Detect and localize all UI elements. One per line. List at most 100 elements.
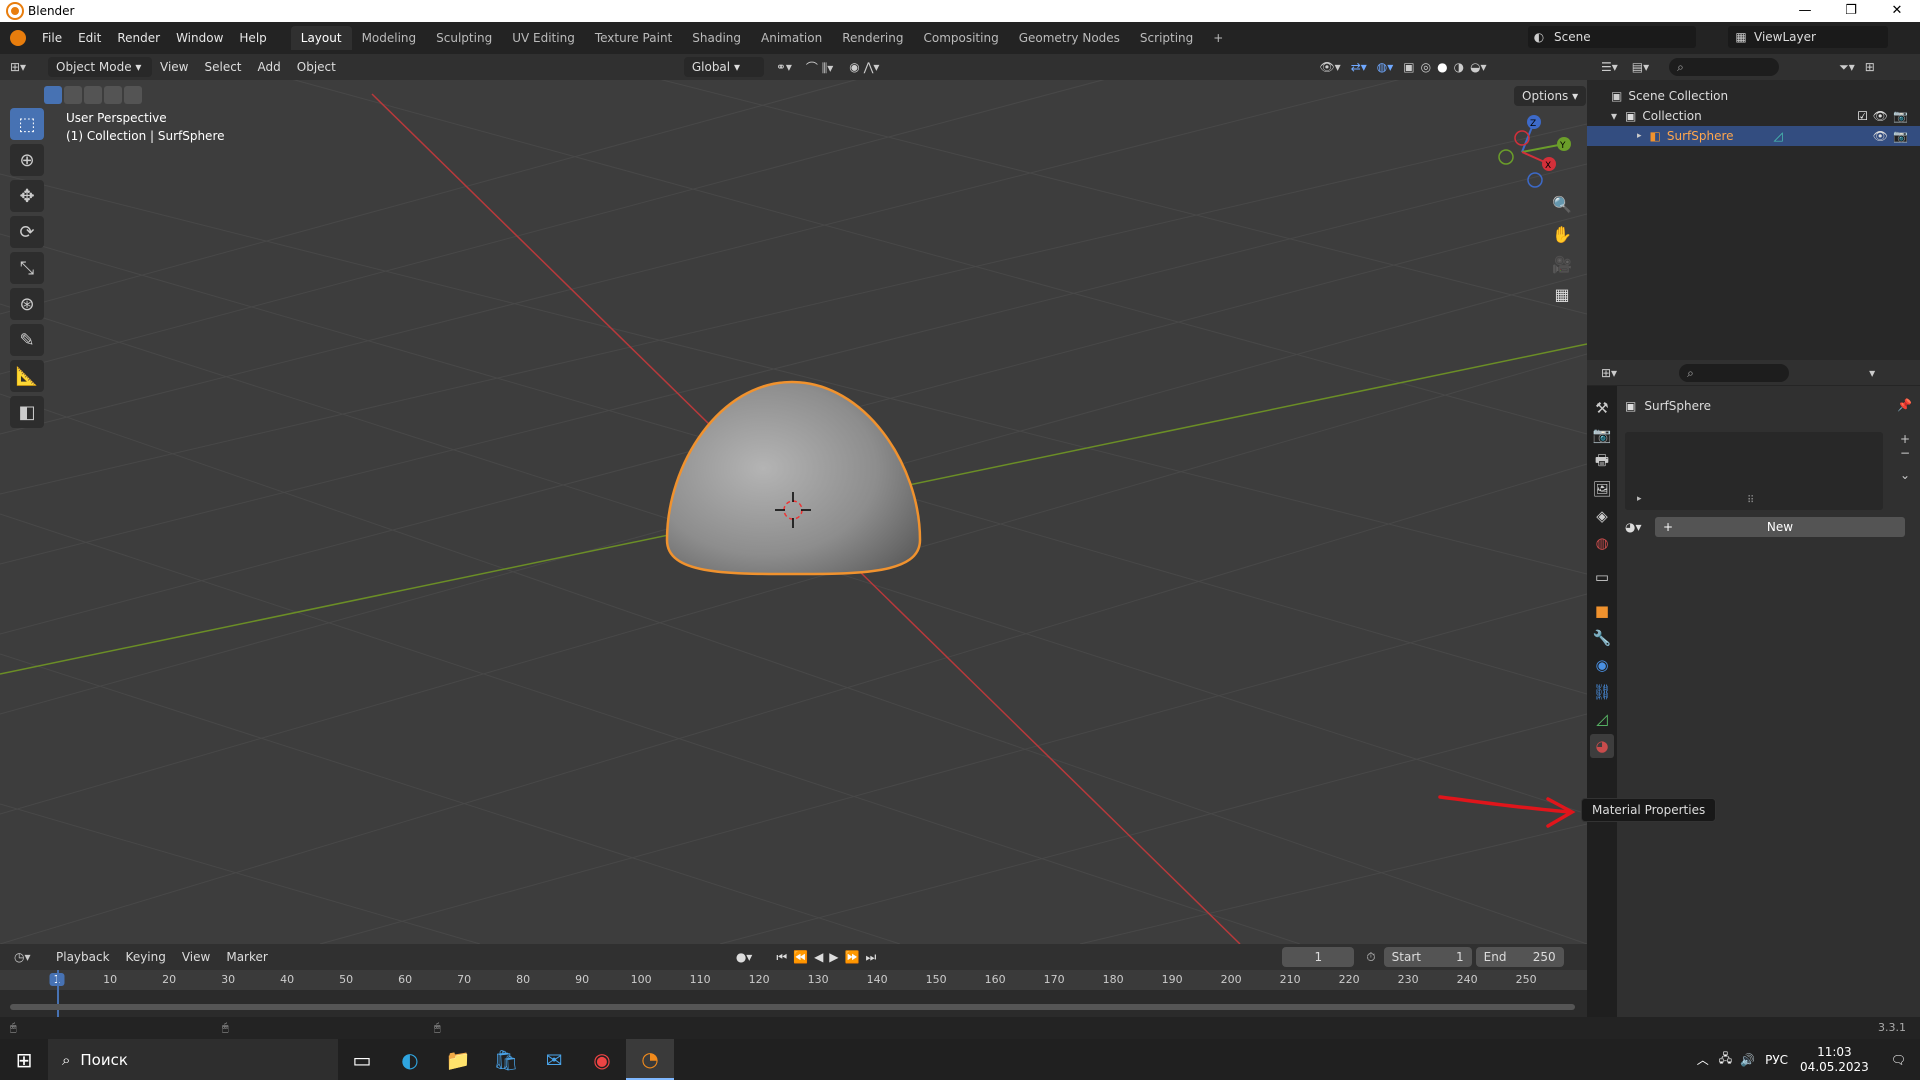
blender-menu-icon[interactable] xyxy=(10,30,26,46)
material-slots-list[interactable]: ▸ ⠿ xyxy=(1625,432,1883,510)
pan-hand-icon[interactable]: ✋ xyxy=(1547,219,1577,249)
scene-selector[interactable]: ◐ Scene xyxy=(1528,26,1696,48)
volume-icon[interactable]: 🔊 xyxy=(1740,1053,1755,1067)
collection-visibility-eye-icon[interactable]: 👁 xyxy=(1873,109,1888,123)
tab-uv-editing[interactable]: UV Editing xyxy=(502,26,585,50)
pin-icon[interactable]: 📌 xyxy=(1897,398,1912,412)
new-material-button[interactable]: + New xyxy=(1655,517,1905,537)
surface-data-icon[interactable]: ◿ xyxy=(1774,129,1783,143)
timeline-scrollbar[interactable] xyxy=(10,1004,1575,1010)
tab-shading[interactable]: Shading xyxy=(682,26,751,50)
camera-view-icon[interactable]: 🎥 xyxy=(1547,249,1577,279)
remove-slot-button[interactable]: − xyxy=(1896,446,1914,460)
measure-tool-icon[interactable]: 📐 xyxy=(10,360,44,392)
output-tab-icon[interactable]: 🖶 xyxy=(1590,450,1614,474)
tab-animation[interactable]: Animation xyxy=(751,26,832,50)
mail-icon[interactable]: ✉ xyxy=(530,1039,578,1080)
tab-sculpting[interactable]: Sculpting xyxy=(426,26,502,50)
zoom-icon[interactable]: 🔍 xyxy=(1547,189,1577,219)
annotate-tool-icon[interactable]: ✎ xyxy=(10,324,44,356)
tool-tab-icon[interactable]: ⚒ xyxy=(1590,396,1614,420)
collection-checkbox[interactable]: ☑ xyxy=(1857,109,1868,123)
material-shading-icon[interactable]: ◑ xyxy=(1454,60,1464,74)
record-button-icon[interactable]: ●▾ xyxy=(736,950,753,964)
add-slot-button[interactable]: + xyxy=(1896,432,1914,446)
viewlayer-selector[interactable]: ▦ ViewLayer xyxy=(1728,26,1888,48)
task-view-icon[interactable]: ▭ xyxy=(338,1039,386,1080)
material-browse-icon[interactable]: ◕▾ xyxy=(1625,520,1655,534)
outliner-row-collection[interactable]: ▾ ▣ Collection ☑ 👁 📷 xyxy=(1587,106,1920,126)
select-intersect-icon[interactable] xyxy=(124,86,142,104)
ms-store-icon[interactable]: 🛍 xyxy=(482,1039,530,1080)
options-dropdown[interactable]: Options ▾ xyxy=(1514,86,1587,106)
filter-icon[interactable]: ⏷▾ xyxy=(1839,60,1855,75)
cursor-tool-icon[interactable]: ⊕ xyxy=(10,144,44,176)
properties-editor-icon[interactable]: ⊞▾ xyxy=(1601,366,1617,380)
menu-marker[interactable]: Marker xyxy=(218,950,275,964)
select-invert-icon[interactable] xyxy=(104,86,122,104)
overlay-toggle-icon[interactable]: ◍▾ xyxy=(1377,60,1394,74)
select-subtract-icon[interactable] xyxy=(84,86,102,104)
expand-chevron-icon[interactable]: ▾ xyxy=(1611,109,1617,123)
transform-tool-icon[interactable]: ⊛ xyxy=(10,288,44,320)
menu-view[interactable]: View xyxy=(152,60,196,74)
menu-playback[interactable]: Playback xyxy=(48,950,118,964)
mode-dropdown[interactable]: Object Mode ▾ xyxy=(48,57,152,77)
add-workspace-button[interactable]: + xyxy=(1203,26,1233,50)
editor-type-icon[interactable]: ⊞▾ xyxy=(0,60,36,74)
scene-tab-icon[interactable]: ◈ xyxy=(1590,504,1614,528)
windows-start-icon[interactable]: ⊞ xyxy=(0,1039,48,1080)
solid-shading-icon[interactable]: ● xyxy=(1437,60,1447,74)
render-tab-icon[interactable]: 📷 xyxy=(1590,423,1614,447)
gizmo-toggle-icon[interactable]: ⇄▾ xyxy=(1351,60,1367,74)
material-tab-icon[interactable]: ◕ xyxy=(1590,734,1614,758)
slot-expand-icon[interactable]: ▸ xyxy=(1637,494,1642,504)
surfsphere-object[interactable] xyxy=(665,380,922,576)
outliner-editor-icon[interactable]: ☰▾ xyxy=(1601,60,1618,74)
scale-tool-icon[interactable]: ⤡ xyxy=(10,252,44,284)
maximize-button[interactable]: ❐ xyxy=(1828,0,1874,22)
rendered-shading-icon[interactable]: ◒▾ xyxy=(1470,60,1487,74)
select-extend-icon[interactable] xyxy=(64,86,82,104)
transform-orientation-dropdown[interactable]: Global ▾ xyxy=(683,57,764,77)
file-explorer-icon[interactable]: 📁 xyxy=(434,1039,482,1080)
tab-geometry-nodes[interactable]: Geometry Nodes xyxy=(1009,26,1130,50)
tab-compositing[interactable]: Compositing xyxy=(913,26,1008,50)
menu-render[interactable]: Render xyxy=(109,28,168,48)
close-button[interactable]: ✕ xyxy=(1874,0,1920,22)
taskbar-search-box[interactable]: ⌕ Поиск xyxy=(48,1039,338,1080)
menu-window[interactable]: Window xyxy=(168,28,231,48)
resize-handle-icon[interactable]: ⠿ xyxy=(1747,495,1754,506)
clock[interactable]: 11:03 04.05.2023 xyxy=(1800,1045,1869,1075)
expand-arrow-icon[interactable]: ▸ xyxy=(1637,131,1642,141)
minimize-button[interactable]: — xyxy=(1782,0,1828,22)
outliner-row-scene-collection[interactable]: ▣ Scene Collection xyxy=(1587,86,1920,106)
select-box-tool-icon[interactable]: ⬚ xyxy=(10,108,44,140)
network-icon[interactable]: 🖧 xyxy=(1719,1049,1732,1070)
language-indicator[interactable]: РУС xyxy=(1765,1053,1788,1067)
tab-rendering[interactable]: Rendering xyxy=(832,26,913,50)
properties-options-chevron-icon[interactable]: ▾ xyxy=(1869,366,1875,380)
physics-tab-icon[interactable]: ◉ xyxy=(1590,653,1614,677)
view-layer-tab-icon[interactable]: 🖼 xyxy=(1590,477,1614,501)
blender-taskbar-icon[interactable]: ◔ xyxy=(626,1039,674,1080)
menu-object[interactable]: Object xyxy=(289,60,344,74)
chrome-icon[interactable]: ◉ xyxy=(578,1039,626,1080)
timeline-editor-icon[interactable]: ◷▾ xyxy=(14,950,48,964)
properties-search-input[interactable]: ⌕ xyxy=(1679,363,1790,382)
tab-modeling[interactable]: Modeling xyxy=(352,26,427,50)
navigation-gizmo[interactable]: Z Y X xyxy=(1498,115,1571,188)
3d-viewport[interactable]: Z Y X ⊞▾ Object Mode ▾ View Select Add O… xyxy=(0,54,1587,944)
menu-timeline-view[interactable]: View xyxy=(174,950,218,964)
tab-scripting[interactable]: Scripting xyxy=(1130,26,1203,50)
move-tool-icon[interactable]: ✥ xyxy=(10,180,44,212)
select-new-icon[interactable] xyxy=(44,86,62,104)
tab-layout[interactable]: Layout xyxy=(290,26,352,50)
menu-select[interactable]: Select xyxy=(196,60,249,74)
menu-file[interactable]: File xyxy=(34,28,70,48)
tray-chevron-icon[interactable]: ︿ xyxy=(1697,1051,1709,1068)
edge-browser-icon[interactable]: ◐ xyxy=(386,1039,434,1080)
slot-specials-chevron-icon[interactable]: ⌄ xyxy=(1896,468,1914,482)
visibility-icon[interactable]: 👁▾ xyxy=(1319,60,1340,74)
add-cube-tool-icon[interactable]: ◧ xyxy=(10,396,44,428)
